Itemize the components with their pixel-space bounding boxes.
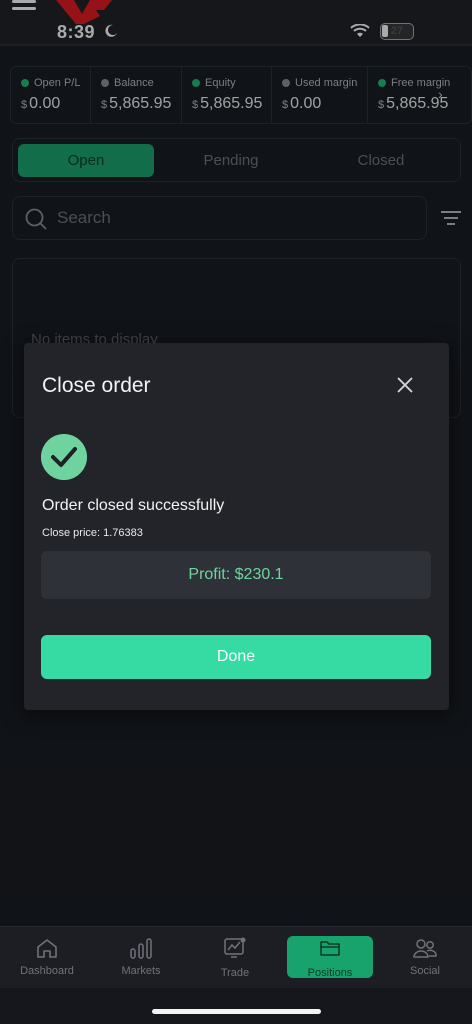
folder-icon bbox=[320, 941, 340, 956]
nav-label: Trade bbox=[220, 967, 250, 979]
nav-label: Markets bbox=[121, 965, 161, 977]
close-price: Close price: 1.76383 bbox=[42, 527, 143, 539]
bar-chart-icon bbox=[130, 938, 152, 959]
home-icon bbox=[37, 939, 57, 958]
nav-item-markets[interactable]: Markets bbox=[94, 927, 188, 989]
users-icon bbox=[413, 939, 437, 958]
trade-chart-icon bbox=[224, 937, 246, 958]
close-icon[interactable] bbox=[394, 374, 416, 396]
nav-item-trade[interactable]: Trade bbox=[188, 927, 282, 989]
check-circle-icon bbox=[41, 434, 87, 480]
nav-label: Dashboard bbox=[20, 965, 74, 977]
profit-display: Profit: $230.1 bbox=[41, 551, 431, 599]
nav-item-positions[interactable]: Positions bbox=[283, 927, 377, 989]
nav-item-social[interactable]: Social bbox=[378, 927, 472, 989]
success-message: Order closed successfully bbox=[42, 497, 225, 514]
dialog-title: Close order bbox=[42, 374, 151, 397]
nav-label: Social bbox=[410, 965, 440, 977]
home-indicator-area bbox=[0, 988, 472, 1024]
nav-label: Positions bbox=[307, 967, 353, 979]
close-order-dialog: Close order Order closed successfully Cl… bbox=[24, 343, 449, 710]
done-button[interactable]: Done bbox=[41, 635, 431, 679]
home-indicator[interactable] bbox=[152, 1009, 321, 1014]
nav-item-dashboard[interactable]: Dashboard bbox=[0, 927, 94, 989]
bottom-navigation: Dashboard Markets Trade Positions Social bbox=[0, 926, 472, 988]
